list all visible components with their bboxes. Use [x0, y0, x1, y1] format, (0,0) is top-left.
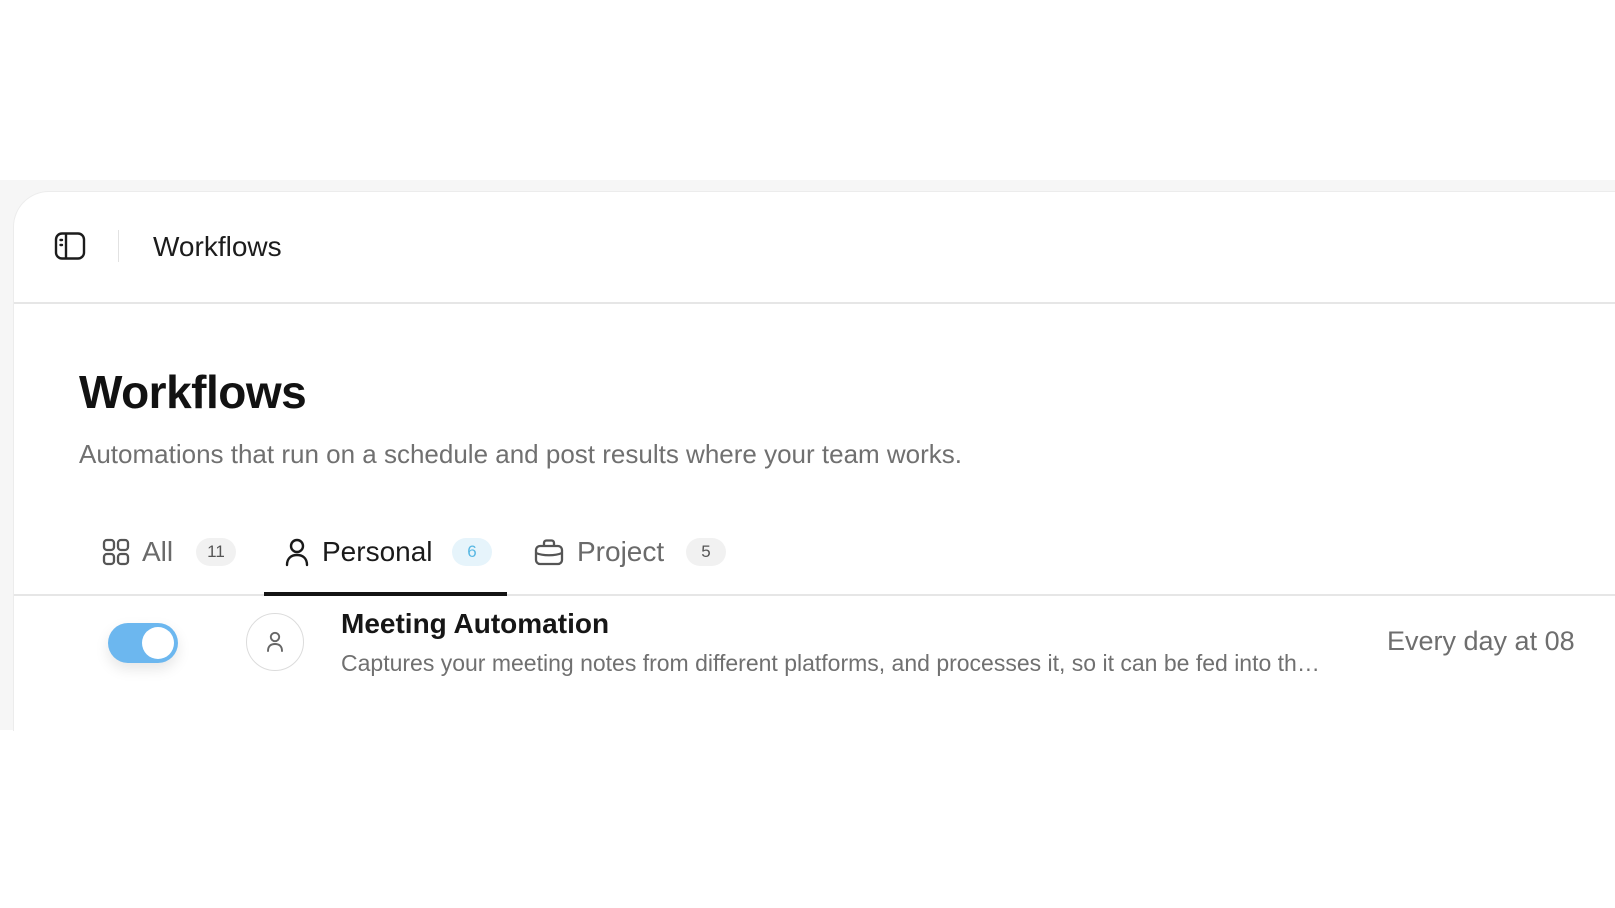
- tab-all[interactable]: All 11: [89, 510, 264, 594]
- tab-all-label: All: [142, 536, 174, 567]
- workflow-title: Meeting Automation: [341, 608, 610, 639]
- tab-all-count: 11: [196, 538, 236, 566]
- tab-personal[interactable]: Personal 6: [264, 510, 507, 596]
- workflow-enabled-toggle[interactable]: [108, 623, 178, 663]
- page-subtitle: Automations that run on a schedule and p…: [79, 439, 963, 469]
- owner-avatar: [246, 613, 304, 671]
- user-icon: [282, 537, 312, 567]
- page-title: Workflows: [79, 366, 307, 418]
- user-icon: [267, 631, 283, 652]
- workflow-description: Captures your meeting notes from differe…: [341, 650, 1320, 676]
- sidebar-toggle-icon[interactable]: [54, 230, 86, 262]
- top-bar: Workflows: [14, 192, 1615, 304]
- workflow-row[interactable]: Meeting Automation Captures your meeting…: [14, 596, 1615, 731]
- tab-project-label: Project: [577, 536, 665, 567]
- breadcrumb-title: Workflows: [153, 231, 282, 262]
- briefcase-icon: [534, 537, 564, 567]
- tab-personal-label: Personal: [322, 536, 433, 567]
- tab-bar: All 11 Personal 6 Project 5: [14, 510, 1615, 596]
- toggle-knob: [142, 627, 174, 659]
- main-panel: Workflows Workflows Automations that run…: [13, 191, 1615, 731]
- tab-project[interactable]: Project 5: [519, 510, 739, 594]
- workflow-schedule: Every day at 08: [1387, 626, 1575, 656]
- topbar-divider: [118, 230, 119, 262]
- tab-project-count: 5: [686, 538, 726, 566]
- tab-personal-count: 6: [452, 538, 492, 566]
- grid-icon: [101, 537, 131, 567]
